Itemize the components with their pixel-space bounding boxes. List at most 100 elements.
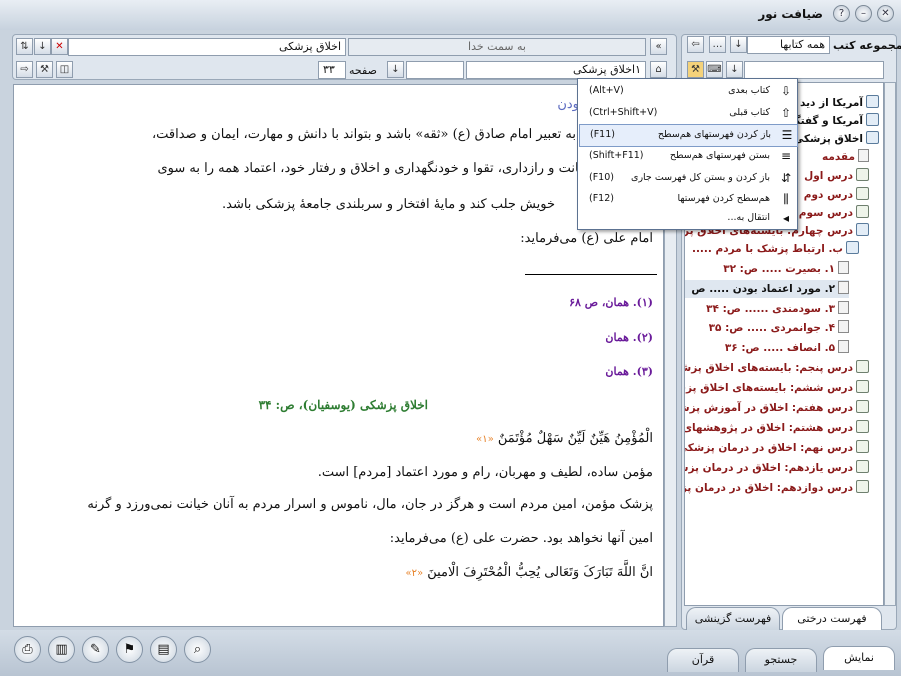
tree-item[interactable]: درس پنجم: بایسته‌های اخلاق پزشکی bbox=[685, 359, 869, 377]
tree-item-label: درس پنجم: بایسته‌های اخلاق پزشکی bbox=[685, 362, 853, 374]
page-icon bbox=[838, 301, 849, 314]
menu-item[interactable]: ⇧ کتاب قبلی (Ctrl+Shift+V) bbox=[579, 103, 796, 124]
menu-item[interactable]: ≡ بستن فهرستهای هم‌سطح (Shift+F11) bbox=[579, 146, 796, 167]
tree-item-label: ۱. بصیرت ..... ص: ۳۲ bbox=[723, 263, 835, 275]
book-icon bbox=[866, 131, 879, 144]
menu-item-shortcut: (F12) bbox=[589, 193, 614, 204]
back-arrow-icon[interactable]: ⇦ bbox=[687, 36, 704, 53]
layout-icon[interactable]: ▤ bbox=[150, 636, 177, 663]
more-options-icon[interactable]: … bbox=[709, 36, 726, 53]
arabic-hadith-2-text: انَّ اللَّهَ تَبَارَکَ وَتَعَالی یُحِبُّ… bbox=[427, 565, 653, 580]
next-book-icon: ⇩ bbox=[780, 84, 792, 98]
menu-item[interactable]: ⇵ باز کردن و بستن کل فهرست جاری (F10) bbox=[579, 168, 796, 189]
footnote-1: (۱). همان، ص ۶۸ bbox=[569, 296, 653, 309]
arabic-hadith-1: الْمُؤْمِنُ هَیِّنٌ لَیِّنٌ سَهْلٌ مُؤْت… bbox=[476, 431, 653, 446]
app-title: ضیافت نور bbox=[758, 7, 823, 21]
close-icon[interactable]: ✕ bbox=[877, 5, 894, 22]
tree-item[interactable]: ب. ارتباط پزشک با مردم ..... bbox=[692, 240, 859, 258]
page-icon bbox=[838, 281, 849, 294]
tree-item[interactable]: درس دوازدهم: اخلاق در درمان پزشکی bbox=[685, 479, 869, 497]
document-view[interactable]: بودن مورد اعتماد و به تعبیر امام صادق (ع… bbox=[13, 84, 664, 627]
direction-field[interactable]: به سمت خدا bbox=[348, 38, 646, 56]
tab-quran[interactable]: قرآن bbox=[667, 648, 739, 672]
help-icon[interactable]: ? bbox=[833, 5, 850, 22]
node-icon bbox=[856, 460, 869, 473]
forward-icon[interactable]: ⇨ bbox=[16, 61, 33, 78]
menu-item-label: کتاب قبلی bbox=[729, 107, 770, 118]
footnote-2: (۲). همان bbox=[605, 331, 653, 344]
down-arrow-icon[interactable]: ↓ bbox=[34, 38, 51, 55]
node-icon bbox=[856, 187, 869, 200]
tree-item[interactable]: درس ششم: بایسته‌های اخلاق پزشکی bbox=[685, 379, 869, 397]
tag-icon[interactable]: ⌂ bbox=[650, 61, 667, 78]
search-icon[interactable]: ⌕ bbox=[184, 636, 211, 663]
print-icon[interactable]: ⎙ bbox=[14, 636, 41, 663]
split-view-icon[interactable]: ◫ bbox=[56, 61, 73, 78]
menu-item[interactable]: ⫼ هم‌سطح کردن فهرستها (F12) bbox=[579, 189, 796, 210]
tab-display[interactable]: نمایش bbox=[823, 646, 895, 670]
node-icon bbox=[856, 205, 869, 218]
text-line-3: خویش جلب کند و مایهٔ افتخار و سربلندی جا… bbox=[222, 197, 555, 212]
page-extra-field[interactable] bbox=[406, 61, 464, 79]
tree-item-label: آمریکا و گفتگو bbox=[787, 115, 863, 127]
tree-item[interactable]: اخلاق پزشکی bbox=[793, 130, 879, 148]
all-books-select[interactable]: همه کتابها bbox=[747, 36, 830, 54]
index-title-field[interactable]: ۱اخلاق پزشکی bbox=[466, 61, 646, 79]
tree-item-label: اخلاق پزشکی bbox=[793, 133, 863, 145]
tree-item[interactable]: درس هفتم: اخلاق در آموزش پزشکی bbox=[685, 399, 869, 417]
tree-item[interactable]: آمریکا از دید bbox=[800, 94, 879, 112]
node-icon bbox=[856, 440, 869, 453]
tree-item[interactable]: آمریکا و گفتگو bbox=[788, 112, 879, 130]
tree-item-label: ۵. انصاف ..... ص: ۳۶ bbox=[724, 342, 835, 354]
expand-panel-icon[interactable]: ⇅ bbox=[16, 38, 33, 55]
arabic-hadith-1-ref[interactable]: «۱» bbox=[476, 434, 494, 445]
menu-item[interactable]: ⇩ کتاب بعدی (Alt+V) bbox=[579, 81, 796, 102]
menu-item-label: کتاب بعدی bbox=[728, 85, 770, 96]
page-down-icon[interactable]: ↓ bbox=[387, 61, 404, 78]
tree-scrollbar[interactable] bbox=[884, 82, 896, 606]
collapse-level-icon: ≡ bbox=[780, 149, 792, 163]
tree-item[interactable]: ۳. سودمندی ...... ص: ۳۴ bbox=[706, 300, 849, 318]
page-number-input[interactable]: ۳۳ bbox=[318, 61, 346, 79]
toggle-all-icon: ⇵ bbox=[780, 171, 792, 185]
tree-item[interactable]: ۱. بصیرت ..... ص: ۳۲ bbox=[723, 260, 849, 278]
arabic-hadith-2: انَّ اللَّهَ تَبَارَکَ وَتَعَالی یُحِبُّ… bbox=[405, 565, 653, 580]
book-title-field[interactable]: اخلاق پزشکی bbox=[68, 38, 346, 56]
tree-item[interactable]: مقدمه bbox=[822, 148, 869, 166]
left-scroll-icon[interactable]: « bbox=[650, 38, 667, 55]
tab-selected-index[interactable]: فهرست گزینشی bbox=[686, 607, 780, 631]
books-icon[interactable]: ▥ bbox=[48, 636, 75, 663]
menu-item[interactable]: ◂ انتقال به... bbox=[579, 208, 796, 229]
minimize-icon[interactable]: – bbox=[855, 5, 872, 22]
tree-item-label: ۴. جوانمردی ..... ص: ۳۵ bbox=[708, 322, 835, 334]
note-edit-icon[interactable]: ✎ bbox=[82, 636, 109, 663]
tree-item[interactable]: درس اول bbox=[804, 167, 869, 185]
arabic-hadith-2-ref[interactable]: «۲» bbox=[405, 568, 423, 579]
tree-item-label: آمریکا از دید bbox=[800, 97, 863, 109]
tree-item[interactable]: درس نهم: اخلاق در درمان پزشکی bbox=[685, 439, 869, 457]
settings-wrench-icon[interactable]: ⚒ bbox=[36, 61, 53, 78]
tree-item[interactable]: ۲. مورد اعتماد بودن ..... ص bbox=[685, 280, 849, 298]
search-down-icon[interactable]: ↓ bbox=[726, 61, 743, 78]
close-book-icon[interactable]: ✕ bbox=[51, 38, 68, 55]
tree-item[interactable]: درس هشتم: اخلاق در پژوهشهای bbox=[685, 419, 869, 437]
dropdown-arrow-icon[interactable]: ↓ bbox=[730, 36, 747, 53]
bookmark-icon[interactable]: ⚑ bbox=[116, 636, 143, 663]
menu-item[interactable]: ☰ باز کردن فهرستهای هم‌سطح (F11) bbox=[579, 124, 798, 147]
tree-item-label: ۳. سودمندی ...... ص: ۳۴ bbox=[706, 303, 835, 315]
tree-item[interactable]: ۴. جوانمردی ..... ص: ۳۵ bbox=[709, 319, 849, 337]
page-label: صفحه bbox=[349, 64, 377, 77]
tree-item[interactable]: درس دوم bbox=[804, 186, 869, 204]
tree-search-input[interactable] bbox=[744, 61, 884, 79]
text-line-4: امام علی (ع) می‌فرماید: bbox=[520, 231, 653, 246]
tab-tree-index[interactable]: فهرست درختی bbox=[782, 607, 882, 631]
menu-item-shortcut: (Shift+F11) bbox=[589, 150, 644, 161]
keyboard-icon[interactable]: ⌨ bbox=[706, 61, 723, 78]
tab-search[interactable]: جستجو bbox=[745, 648, 817, 672]
node-icon bbox=[856, 420, 869, 433]
wrench-icon[interactable]: ⚒ bbox=[687, 61, 704, 78]
prev-book-icon: ⇧ bbox=[780, 106, 792, 120]
tree-item-label: درس دوم bbox=[803, 189, 853, 201]
tree-item[interactable]: ۵. انصاف ..... ص: ۳۶ bbox=[725, 339, 849, 357]
tree-item[interactable]: درس یازدهم: اخلاق در درمان پزشکی bbox=[685, 459, 869, 477]
